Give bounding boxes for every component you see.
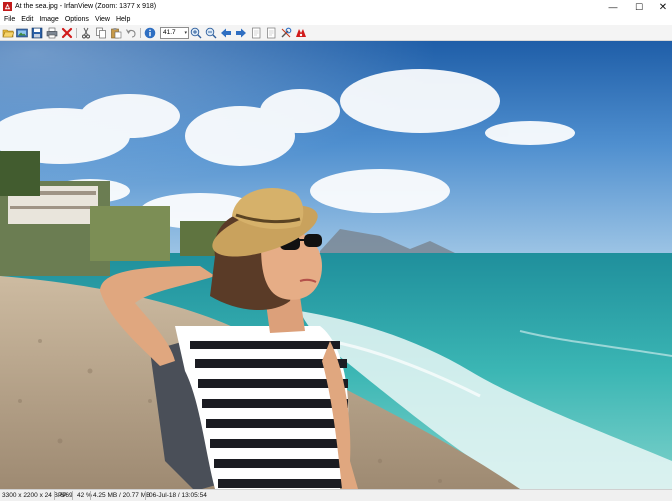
- last-page-icon: [267, 27, 276, 39]
- settings-button[interactable]: [280, 27, 292, 39]
- menu-help[interactable]: Help: [113, 14, 133, 25]
- toolbar: 41.7 ▾: [0, 25, 672, 41]
- paste-icon: [111, 28, 122, 39]
- maximize-icon: ☐: [634, 1, 644, 12]
- irfanview-app-icon: [3, 2, 12, 11]
- menu-options[interactable]: Options: [62, 14, 92, 25]
- minimize-icon: —: [608, 2, 618, 12]
- zoom-out-icon: [205, 27, 217, 39]
- save-icon: [31, 27, 43, 39]
- settings-icon: [281, 27, 292, 38]
- status-position: 6/69: [60, 492, 73, 499]
- zoom-combobox[interactable]: 41.7 ▾: [160, 27, 189, 39]
- toolbar-separator: [76, 28, 77, 38]
- status-separator: [145, 491, 146, 500]
- photo-canvas[interactable]: [0, 41, 672, 489]
- menu-view[interactable]: View: [92, 14, 113, 25]
- window-title: At the sea.jpg - IrfanView (Zoom: 1377 x…: [15, 3, 157, 10]
- undo-icon: [126, 29, 136, 38]
- menu-file[interactable]: File: [2, 14, 18, 25]
- open-folder-icon: [2, 29, 14, 38]
- save-button[interactable]: [31, 27, 43, 39]
- paste-button[interactable]: [110, 27, 122, 39]
- cut-icon: [82, 27, 90, 39]
- image-viewport[interactable]: [0, 41, 672, 489]
- status-filesize: 4.25 MB / 20.77 MB: [93, 492, 151, 499]
- last-page-button[interactable]: [265, 27, 277, 39]
- previous-icon: [221, 28, 231, 38]
- cut-button[interactable]: [80, 27, 92, 39]
- zoom-in-button[interactable]: [190, 27, 202, 39]
- close-icon: ✕: [658, 1, 668, 13]
- slideshow-icon: [16, 28, 28, 38]
- first-page-icon: [252, 27, 261, 39]
- close-button[interactable]: ✕: [648, 0, 672, 14]
- toolbar-separator: [140, 28, 141, 38]
- info-button[interactable]: [144, 27, 156, 39]
- next-button[interactable]: [235, 27, 247, 39]
- previous-button[interactable]: [220, 27, 232, 39]
- exit-icon: [296, 29, 306, 37]
- menu-image[interactable]: Image: [36, 14, 61, 25]
- print-button[interactable]: [46, 27, 58, 39]
- info-icon: [144, 27, 156, 39]
- delete-button[interactable]: [61, 27, 73, 39]
- title-bar: At the sea.jpg - IrfanView (Zoom: 1377 x…: [0, 0, 672, 14]
- delete-icon: [61, 27, 73, 39]
- print-icon: [46, 27, 58, 39]
- first-page-button[interactable]: [250, 27, 262, 39]
- menu-edit[interactable]: Edit: [18, 14, 36, 25]
- status-bar: 3300 x 2200 x 24 BPP 6/69 42 % 4.25 MB /…: [0, 489, 672, 501]
- zoom-out-button[interactable]: [205, 27, 217, 39]
- zoom-in-icon: [190, 27, 202, 39]
- menu-bar: File Edit Image Options View Help: [0, 14, 672, 25]
- chevron-down-icon[interactable]: ▾: [184, 28, 187, 38]
- copy-button[interactable]: [95, 27, 107, 39]
- status-separator: [54, 491, 55, 500]
- status-dimensions: 3300 x 2200 x 24 BPP: [2, 492, 67, 499]
- undo-button[interactable]: [125, 27, 137, 39]
- next-icon: [236, 28, 246, 38]
- status-separator: [72, 491, 73, 500]
- slideshow-button[interactable]: [16, 27, 28, 39]
- exit-button[interactable]: [295, 27, 307, 39]
- open-button[interactable]: [2, 27, 14, 39]
- status-separator: [90, 491, 91, 500]
- copy-icon: [96, 27, 106, 39]
- zoom-value: 41.7: [163, 29, 176, 36]
- status-datetime: 06-Jul-18 / 13:05:54: [149, 492, 207, 499]
